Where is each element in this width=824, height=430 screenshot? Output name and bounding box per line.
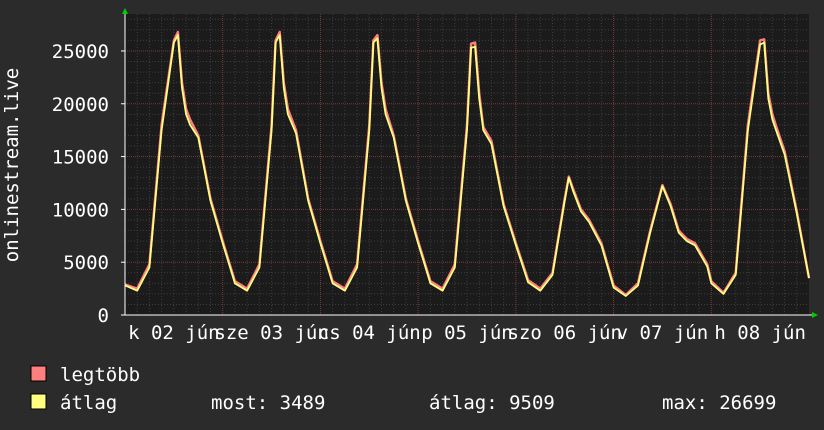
y-tick-label: 20000 [52,94,109,116]
legend-swatch-legtobb [30,365,47,382]
legend-swatch-atlag [30,393,47,410]
y-axis-label: onlinestream.live [1,68,23,262]
y-tick-label: 15000 [52,147,109,169]
x-tick-label: szo 06 jún [508,322,622,344]
y-tick-label: 10000 [52,199,109,221]
chart-canvas: 0 5000 10000 15000 20000 25000 k 02 júnsze 03… [0,0,824,430]
y-tick-label: 5000 [63,252,109,274]
stat-current: most: 3489 [211,392,325,414]
stat-average: átlag: 9509 [429,392,555,414]
x-tick-labels: k 02 júnsze 03 júncs 04 jún p 05 júnszo 0… [128,322,806,344]
x-tick-label: k 02 jún [128,322,220,344]
y-tick-label: 0 [98,305,109,327]
x-tick-label: p 05 jún [421,322,513,344]
x-tick-label: sze 03 jún [214,322,328,344]
legend-label-atlag: átlag [60,392,117,414]
chart: 0 5000 10000 15000 20000 25000 k 02 jún sze 03… [0,0,824,430]
legend-label-legtobb: legtöbb [60,364,140,386]
y-tick-label: 25000 [52,41,109,63]
stat-maximum: max: 26699 [662,392,776,414]
x-tick-label: h 08 jún [714,322,806,344]
x-tick-label: v 07 jún [617,322,709,344]
x-tick-label: cs 04 jún [318,322,421,344]
